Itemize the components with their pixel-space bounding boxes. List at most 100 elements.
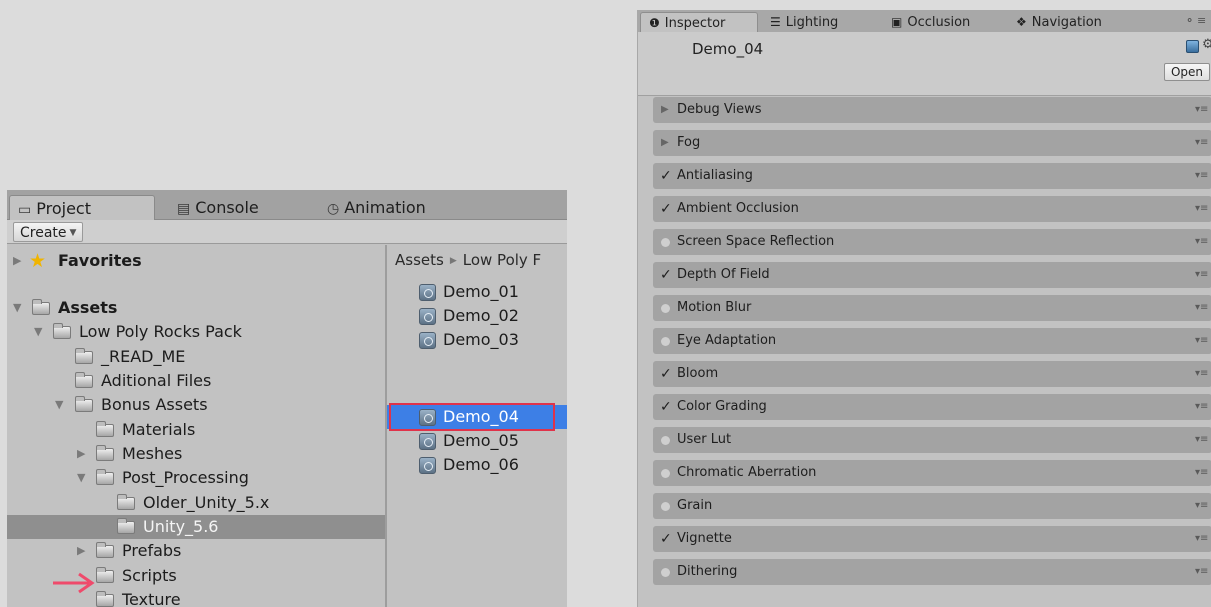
effect-menu-icon[interactable]: ▾≡ bbox=[1195, 130, 1208, 156]
effect-label: Motion Blur bbox=[677, 300, 752, 315]
tab-project[interactable]: ▭ Project bbox=[9, 195, 155, 220]
toggle-off-icon[interactable] bbox=[661, 238, 670, 247]
effect-label: Eye Adaptation bbox=[677, 333, 777, 348]
tree-item-bonus-assets[interactable]: ▼ Bonus Assets bbox=[7, 393, 385, 417]
toggle-off-icon[interactable] bbox=[661, 337, 670, 346]
tab-navigation[interactable]: ❖ Navigation bbox=[1008, 12, 1148, 32]
asset-label: Demo_03 bbox=[443, 330, 519, 349]
effect-screen-space-reflection[interactable]: Screen Space Reflection ▾≡ bbox=[653, 229, 1211, 255]
effect-chromatic-aberration[interactable]: Chromatic Aberration ▾≡ bbox=[653, 460, 1211, 486]
effect-antialiasing[interactable]: ✓ Antialiasing ▾≡ bbox=[653, 163, 1211, 189]
checkmark-icon[interactable]: ✓ bbox=[660, 163, 672, 189]
gear-icon[interactable]: ⚙ bbox=[1202, 37, 1211, 52]
tree-item-unity-5-6[interactable]: Unity_5.6 bbox=[7, 515, 385, 539]
tree-item-materials[interactable]: Materials bbox=[7, 418, 385, 442]
tab-animation[interactable]: ◷ Animation bbox=[319, 195, 479, 220]
folder-icon bbox=[96, 469, 114, 485]
foldout-arrow-icon[interactable]: ▶ bbox=[661, 97, 669, 123]
effect-menu-icon[interactable]: ▾≡ bbox=[1195, 196, 1208, 222]
tab-console[interactable]: ▤ Console bbox=[169, 195, 309, 220]
effect-menu-icon[interactable]: ▾≡ bbox=[1195, 394, 1208, 420]
tab-occlusion-label: Occlusion bbox=[907, 15, 971, 30]
effect-ambient-occlusion[interactable]: ✓ Ambient Occlusion ▾≡ bbox=[653, 196, 1211, 222]
toggle-off-icon[interactable] bbox=[661, 502, 670, 511]
folder-icon bbox=[96, 591, 114, 607]
tree-label: _READ_ME bbox=[101, 347, 186, 366]
tree-item-low-poly-rocks-pack[interactable]: ▼ Low Poly Rocks Pack bbox=[7, 320, 385, 344]
help-icon[interactable] bbox=[1186, 40, 1199, 53]
asset-item-demo-03[interactable]: Demo_03 bbox=[387, 328, 567, 352]
menu-icon[interactable]: ≡ bbox=[1197, 14, 1206, 27]
effect-menu-icon[interactable]: ▾≡ bbox=[1195, 361, 1208, 387]
asset-item-demo-05[interactable]: Demo_05 bbox=[387, 429, 567, 453]
tree-item-aditional-files[interactable]: Aditional Files bbox=[7, 369, 385, 393]
tree-item-assets[interactable]: ▼ Assets bbox=[7, 296, 385, 320]
toggle-off-icon[interactable] bbox=[661, 469, 670, 478]
tree-item-read-me[interactable]: _READ_ME bbox=[7, 345, 385, 369]
red-arrow-annotation bbox=[53, 572, 95, 594]
tree-item-meshes[interactable]: ▶ Meshes bbox=[7, 442, 385, 466]
tree-item-prefabs[interactable]: ▶ Prefabs bbox=[7, 539, 385, 563]
effect-menu-icon[interactable]: ▾≡ bbox=[1195, 559, 1208, 585]
collapse-triangle-icon[interactable]: ▼ bbox=[77, 466, 89, 490]
expand-triangle-icon[interactable]: ▶ bbox=[77, 539, 89, 563]
asset-list-pane: Assets ▶ Low Poly F Demo_01 Demo_02 Demo_0… bbox=[387, 245, 567, 607]
effect-vignette[interactable]: ✓ Vignette ▾≡ bbox=[653, 526, 1211, 552]
effect-menu-icon[interactable]: ▾≡ bbox=[1195, 493, 1208, 519]
tab-inspector[interactable]: ❶ Inspector bbox=[640, 12, 758, 32]
tree-item-older-unity[interactable]: Older_Unity_5.x bbox=[7, 491, 385, 515]
collapse-triangle-icon[interactable]: ▼ bbox=[13, 296, 25, 320]
collapse-triangle-icon[interactable]: ▼ bbox=[34, 320, 46, 344]
effect-menu-icon[interactable]: ▾≡ bbox=[1195, 262, 1208, 288]
effect-eye-adaptation[interactable]: Eye Adaptation ▾≡ bbox=[653, 328, 1211, 354]
asset-item-demo-02[interactable]: Demo_02 bbox=[387, 304, 567, 328]
effect-label: Grain bbox=[677, 498, 713, 513]
effect-menu-icon[interactable]: ▾≡ bbox=[1195, 526, 1208, 552]
effect-color-grading[interactable]: ✓ Color Grading ▾≡ bbox=[653, 394, 1211, 420]
tab-lighting[interactable]: ☰ Lighting bbox=[762, 12, 880, 32]
expand-triangle-icon[interactable]: ▶ bbox=[13, 249, 25, 273]
effect-fog[interactable]: ▶ Fog ▾≡ bbox=[653, 130, 1211, 156]
breadcrumb-assets[interactable]: Assets bbox=[395, 251, 444, 269]
effect-grain[interactable]: Grain ▾≡ bbox=[653, 493, 1211, 519]
checkmark-icon[interactable]: ✓ bbox=[660, 361, 672, 387]
effect-motion-blur[interactable]: Motion Blur ▾≡ bbox=[653, 295, 1211, 321]
effect-menu-icon[interactable]: ▾≡ bbox=[1195, 427, 1208, 453]
effect-menu-icon[interactable]: ▾≡ bbox=[1195, 163, 1208, 189]
checkmark-icon[interactable]: ✓ bbox=[660, 526, 672, 552]
toggle-off-icon[interactable] bbox=[661, 436, 670, 445]
checkmark-icon[interactable]: ✓ bbox=[660, 262, 672, 288]
tree-item-post-processing[interactable]: ▼ Post_Processing bbox=[7, 466, 385, 490]
collapse-triangle-icon[interactable]: ▼ bbox=[55, 393, 67, 417]
effect-menu-icon[interactable]: ▾≡ bbox=[1195, 328, 1208, 354]
effect-depth-of-field[interactable]: ✓ Depth Of Field ▾≡ bbox=[653, 262, 1211, 288]
lock-icon[interactable]: ⚬ bbox=[1185, 14, 1194, 27]
effect-user-lut[interactable]: User Lut ▾≡ bbox=[653, 427, 1211, 453]
effect-menu-icon[interactable]: ▾≡ bbox=[1195, 97, 1208, 123]
checkmark-icon[interactable]: ✓ bbox=[660, 196, 672, 222]
tree-label-assets: Assets bbox=[58, 298, 118, 317]
effect-label: Antialiasing bbox=[677, 168, 753, 183]
effect-menu-icon[interactable]: ▾≡ bbox=[1195, 295, 1208, 321]
expand-triangle-icon[interactable]: ▶ bbox=[77, 442, 89, 466]
foldout-arrow-icon[interactable]: ▶ bbox=[661, 130, 669, 156]
effect-bloom[interactable]: ✓ Bloom ▾≡ bbox=[653, 361, 1211, 387]
asset-item-demo-01[interactable]: Demo_01 bbox=[387, 280, 567, 304]
tree-item-favorites[interactable]: ▶ ★ Favorites bbox=[7, 249, 385, 273]
checkmark-icon[interactable]: ✓ bbox=[660, 394, 672, 420]
toggle-off-icon[interactable] bbox=[661, 304, 670, 313]
toggle-off-icon[interactable] bbox=[661, 568, 670, 577]
red-highlight-annotation bbox=[389, 403, 555, 431]
effect-menu-icon[interactable]: ▾≡ bbox=[1195, 229, 1208, 255]
open-button[interactable]: Open bbox=[1164, 63, 1210, 81]
tab-occlusion[interactable]: ▣ Occlusion bbox=[883, 12, 1013, 32]
effect-menu-icon[interactable]: ▾≡ bbox=[1195, 460, 1208, 486]
tree-label: Unity_5.6 bbox=[143, 517, 219, 536]
breadcrumb-folder[interactable]: Low Poly F bbox=[463, 251, 541, 269]
asset-item-demo-06[interactable]: Demo_06 bbox=[387, 453, 567, 477]
effect-debug-views[interactable]: ▶ Debug Views ▾≡ bbox=[653, 97, 1211, 123]
project-window: ▭ Project ▤ Console ◷ Animation Create ▼ ▶ ★… bbox=[7, 190, 567, 607]
scene-icon bbox=[419, 457, 436, 474]
create-dropdown[interactable]: Create ▼ bbox=[13, 222, 84, 242]
effect-dithering[interactable]: Dithering ▾≡ bbox=[653, 559, 1211, 585]
